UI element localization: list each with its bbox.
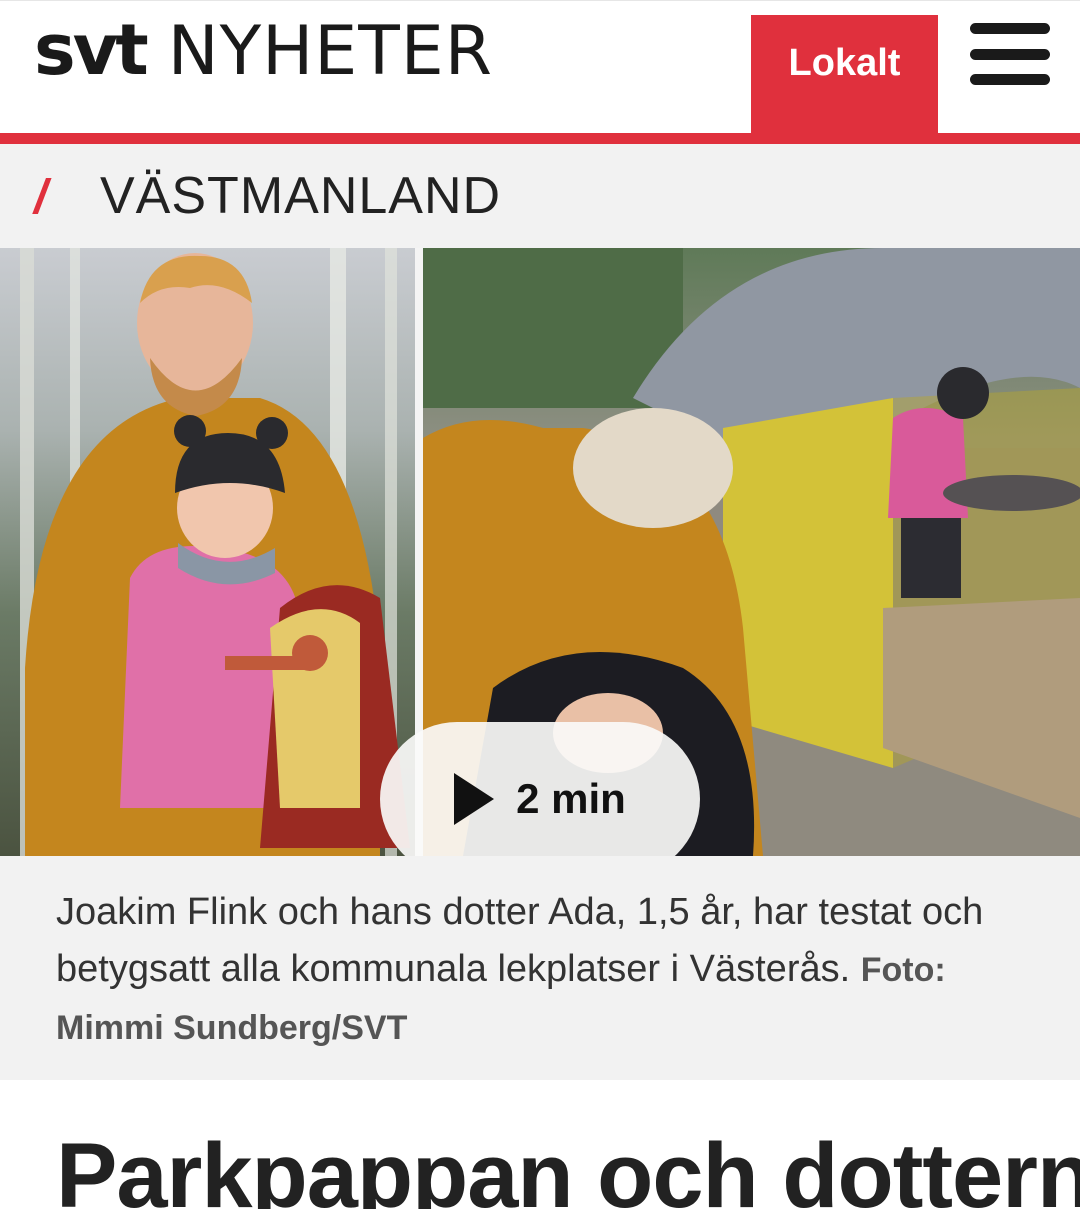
caption-paragraph: Joakim Flink och hans dotter Ada, 1,5 år…: [56, 884, 1024, 1057]
article-headline: Parkpappan och dottern: [56, 1125, 1080, 1209]
menu-bar: [970, 23, 1050, 34]
caption-text: Joakim Flink och hans dotter Ada, 1,5 år…: [56, 891, 984, 990]
section-label[interactable]: / VÄSTMANLAND: [0, 144, 1080, 248]
logo-nyheter-text: NYHETER: [167, 12, 494, 91]
section-name: VÄSTMANLAND: [100, 167, 502, 225]
image-caption: Joakim Flink och hans dotter Ada, 1,5 år…: [0, 856, 1080, 1080]
logo-svt-text: svt: [34, 9, 149, 91]
lokalt-button[interactable]: Lokalt: [751, 15, 938, 137]
photo-left-illustration: [20, 248, 410, 856]
section-slash-icon: /: [34, 171, 48, 224]
menu-bar: [970, 74, 1050, 85]
video-duration: 2 min: [516, 775, 626, 822]
hamburger-menu-icon[interactable]: [970, 23, 1050, 85]
video-thumbnail[interactable]: 2 min: [0, 248, 1080, 856]
svt-nyheter-logo[interactable]: svt NYHETER: [34, 9, 493, 99]
play-icon: [454, 773, 495, 825]
play-video-button[interactable]: 2 min: [380, 722, 700, 856]
photo-father-daughter: [0, 248, 415, 856]
menu-bar: [970, 48, 1050, 60]
site-header: svt NYHETER Lokalt: [0, 0, 1080, 145]
